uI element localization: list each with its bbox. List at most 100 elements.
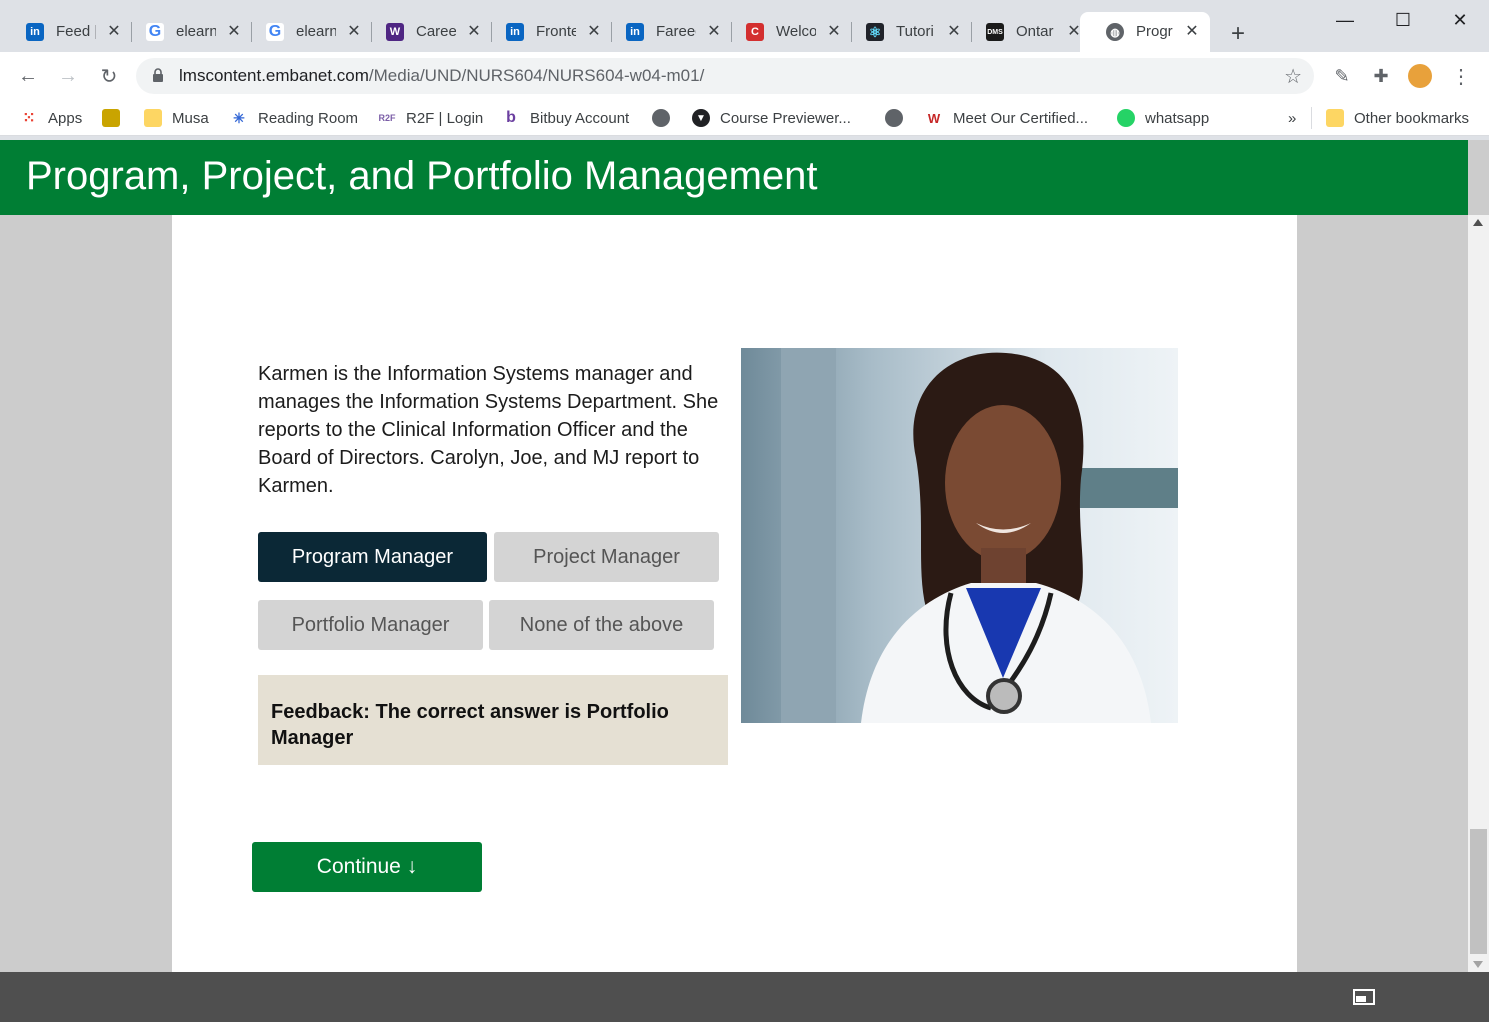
bookmark-globe-2[interactable] bbox=[885, 108, 913, 128]
tab-strip: in Feed | ✕ G elearn ✕ G elearn ✕ W Care… bbox=[0, 0, 1489, 52]
tab-fareed[interactable]: in Fareed ✕ bbox=[600, 12, 732, 52]
bookmark-divider bbox=[1311, 107, 1312, 129]
back-arrow-icon[interactable]: ← bbox=[14, 62, 42, 90]
tab-program-active[interactable]: ◍ Progr ✕ bbox=[1080, 12, 1210, 52]
bookmark-turtle[interactable] bbox=[102, 108, 130, 128]
close-icon[interactable]: ✕ bbox=[1182, 21, 1202, 41]
minimize-icon[interactable]: — bbox=[1330, 6, 1360, 34]
lock-icon bbox=[153, 68, 163, 82]
face bbox=[945, 405, 1061, 561]
bookmark-star-icon[interactable]: ☆ bbox=[1284, 64, 1302, 89]
choice-portfolio-manager[interactable]: Portfolio Manager bbox=[258, 600, 483, 650]
google-icon: G bbox=[146, 23, 164, 41]
google-icon: G bbox=[266, 23, 284, 41]
maximize-icon[interactable]: ☐ bbox=[1388, 6, 1418, 34]
pillar bbox=[781, 348, 836, 723]
bookmark-r2f[interactable]: R2F R2F | Login bbox=[378, 108, 483, 128]
tab-label: elearn bbox=[296, 23, 336, 40]
whatsapp-icon bbox=[1117, 109, 1135, 127]
bookmark-label: Other bookmarks bbox=[1354, 109, 1470, 127]
bookmark-apps[interactable]: ⁙ Apps bbox=[20, 108, 82, 128]
page-title: Program, Project, and Portfolio Manageme… bbox=[26, 154, 818, 198]
window-close-icon[interactable]: ✕ bbox=[1445, 6, 1475, 34]
window-band bbox=[1071, 468, 1178, 508]
vertical-scrollbar[interactable] bbox=[1468, 215, 1489, 972]
choice-project-manager[interactable]: Project Manager bbox=[494, 532, 719, 582]
scroll-down-arrow-icon[interactable] bbox=[1473, 961, 1483, 968]
bookmark-label: whatsapp bbox=[1145, 109, 1210, 127]
bookmark-label: Meet Our Certified... bbox=[953, 109, 1089, 127]
address-bar[interactable]: lmscontent.embanet.com/Media/UND/NURS604… bbox=[136, 58, 1314, 94]
bookmark-label: Bitbuy Account bbox=[530, 109, 630, 127]
url-host: lmscontent.embanet.com bbox=[179, 66, 369, 85]
profile-avatar-icon[interactable] bbox=[1408, 64, 1432, 88]
western-icon: W bbox=[386, 23, 404, 41]
neck bbox=[981, 548, 1026, 588]
reload-icon[interactable]: ↻ bbox=[95, 62, 123, 90]
course-header: Program, Project, and Portfolio Manageme… bbox=[0, 140, 1468, 215]
w-logo-icon: W bbox=[927, 110, 941, 126]
folder-icon bbox=[144, 109, 162, 127]
bookmark-label: Course Previewer... bbox=[720, 109, 851, 127]
bookmark-whatsapp[interactable]: whatsapp bbox=[1117, 108, 1209, 128]
bookmark-globe-1[interactable] bbox=[652, 108, 680, 128]
tab-welcome[interactable]: C Welco ✕ bbox=[720, 12, 852, 52]
choice-program-manager[interactable]: Program Manager bbox=[258, 532, 487, 582]
linkedin-icon: in bbox=[626, 23, 644, 41]
bookmark-label: Apps bbox=[48, 109, 83, 127]
new-tab-plus-icon[interactable]: + bbox=[1224, 20, 1252, 48]
tab-elearn-2[interactable]: G elearn ✕ bbox=[240, 12, 372, 52]
continue-button[interactable]: Continue ↓ bbox=[252, 842, 482, 892]
bookmark-other[interactable]: Other bookmarks bbox=[1326, 108, 1469, 128]
bookmark-reading-room[interactable]: ✳ Reading Room bbox=[230, 108, 358, 128]
stethoscope-chestpiece bbox=[986, 678, 1022, 714]
folder-icon bbox=[1326, 109, 1344, 127]
eyedropper-icon[interactable]: ✎ bbox=[1330, 64, 1354, 88]
tab-elearn-1[interactable]: G elearn ✕ bbox=[120, 12, 252, 52]
turtle-icon bbox=[102, 109, 120, 127]
menu-kebab-icon[interactable]: ⋮ bbox=[1449, 64, 1473, 88]
scroll-thumb[interactable] bbox=[1470, 829, 1487, 954]
tab-career[interactable]: W Caree ✕ bbox=[360, 12, 492, 52]
triangle-logo-icon: ▼ bbox=[692, 109, 710, 127]
bookmark-label: R2F | Login bbox=[406, 109, 484, 127]
tab-label: Fronte bbox=[536, 23, 576, 40]
bitbuy-icon: b bbox=[506, 109, 516, 126]
tab-label: Welco bbox=[776, 23, 816, 40]
scenario-text: Karmen is the Information Systems manage… bbox=[258, 363, 719, 497]
tab-tutorial[interactable]: ⚛ Tutori ✕ bbox=[840, 12, 972, 52]
bookmark-label: Reading Room bbox=[258, 109, 359, 127]
tab-label: Caree bbox=[416, 23, 456, 40]
fullscreen-toggle-icon[interactable] bbox=[1353, 989, 1375, 1005]
apps-grid-icon: ⁙ bbox=[22, 110, 36, 127]
bookmark-course-previewer[interactable]: ▼ Course Previewer... bbox=[692, 108, 851, 128]
extensions-puzzle-icon[interactable]: ✚ bbox=[1369, 64, 1393, 88]
lesson-content-panel: Karmen is the Information Systems manage… bbox=[172, 215, 1297, 972]
url-text: lmscontent.embanet.com/Media/UND/NURS604… bbox=[179, 66, 704, 86]
scroll-up-arrow-icon[interactable] bbox=[1473, 219, 1483, 226]
linkedin-icon: in bbox=[506, 23, 524, 41]
globe-icon: ◍ bbox=[1106, 23, 1124, 41]
c-icon: C bbox=[746, 23, 764, 41]
nurse-photo bbox=[741, 348, 1178, 723]
tab-label: Progr bbox=[1136, 23, 1173, 40]
bookmarks-bar: ⁙ Apps Musa ✳ Reading Room R2F R2F | Log… bbox=[0, 100, 1489, 136]
tab-label: Fareed bbox=[656, 23, 696, 40]
bookmarks-overflow-chevron-icon[interactable]: » bbox=[1288, 108, 1296, 128]
forward-arrow-icon[interactable]: → bbox=[54, 62, 82, 90]
bookmark-bitbuy[interactable]: b Bitbuy Account bbox=[502, 108, 629, 128]
sparkle-icon: ✳ bbox=[233, 109, 245, 126]
page-viewport: Program, Project, and Portfolio Manageme… bbox=[0, 140, 1489, 1022]
bookmark-meet-certified[interactable]: W Meet Our Certified... bbox=[925, 108, 1088, 128]
tab-label: Ontar bbox=[1016, 23, 1054, 40]
r2f-icon: R2F bbox=[378, 113, 396, 123]
tab-ontario[interactable]: DMS Ontar ✕ bbox=[960, 12, 1092, 52]
bookmark-musa[interactable]: Musa bbox=[144, 108, 209, 128]
globe-icon bbox=[652, 109, 670, 127]
player-bottom-bar bbox=[0, 972, 1489, 1022]
url-path: /Media/UND/NURS604/NURS604-w04-m01/ bbox=[368, 66, 705, 85]
choice-none-of-the-above[interactable]: None of the above bbox=[489, 600, 714, 650]
tab-frontend[interactable]: in Fronte ✕ bbox=[480, 12, 612, 52]
linkedin-icon: in bbox=[26, 23, 44, 41]
tab-feed[interactable]: in Feed | ✕ bbox=[0, 12, 132, 52]
